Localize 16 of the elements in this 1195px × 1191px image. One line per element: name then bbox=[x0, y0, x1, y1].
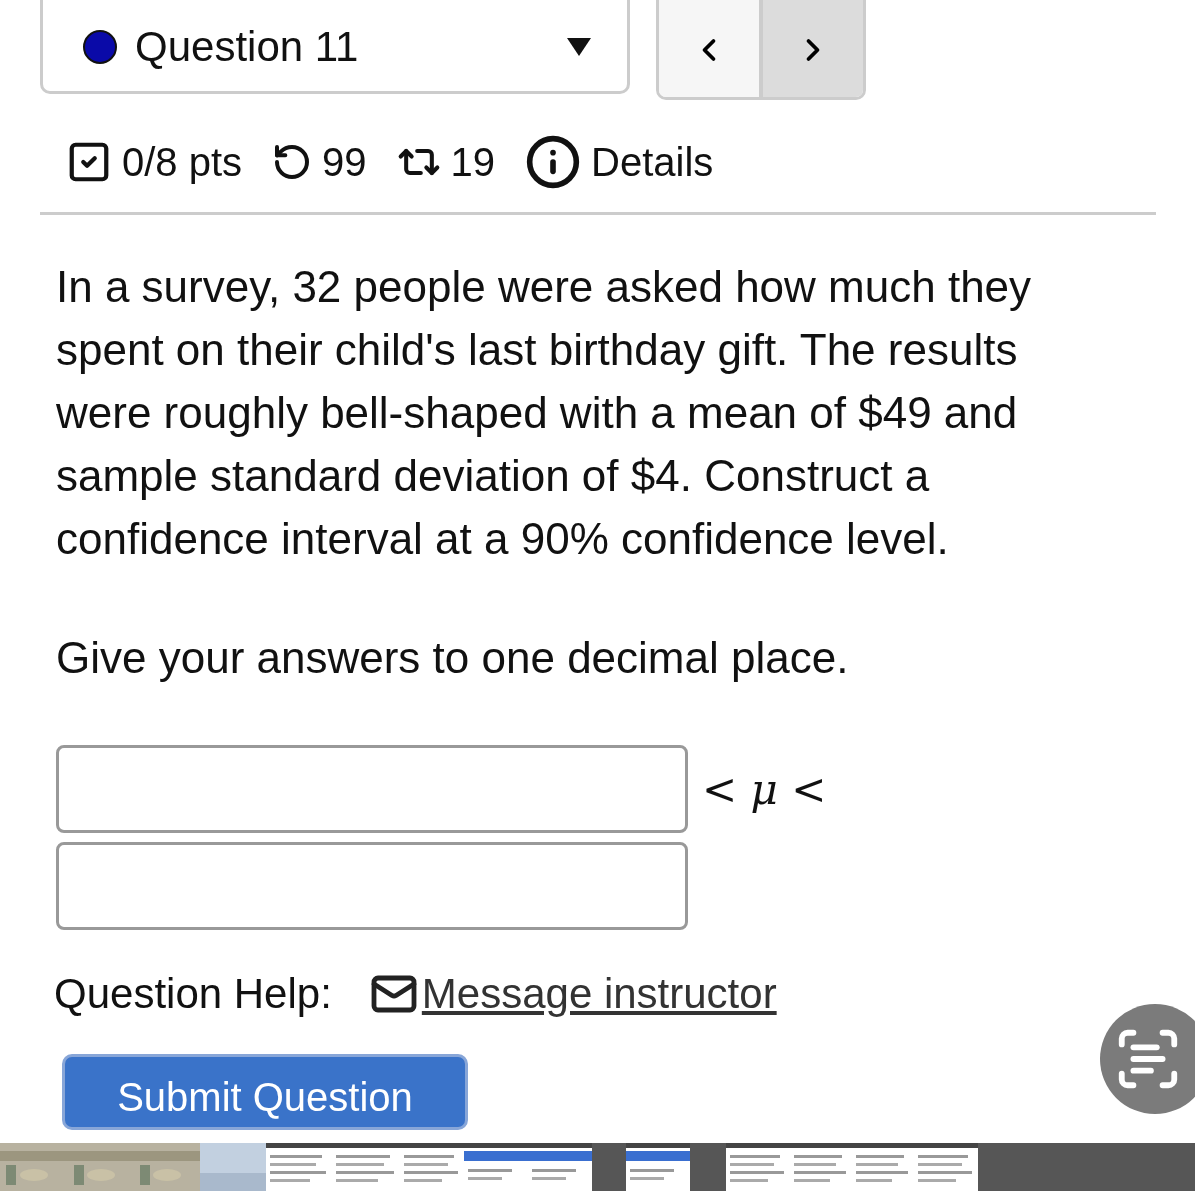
question-select[interactable]: Question 11 bbox=[40, 0, 630, 94]
lower-bound-field[interactable] bbox=[56, 745, 688, 833]
help-label: Question Help: bbox=[54, 970, 332, 1018]
info-icon[interactable] bbox=[525, 134, 582, 190]
attempts-count: 19 bbox=[450, 139, 496, 185]
points-text: 0/8 pts bbox=[122, 139, 243, 185]
caret-icon bbox=[567, 38, 591, 56]
submit-button[interactable]: Submit Question bbox=[62, 1054, 468, 1130]
inequality-text: < μ < bbox=[702, 765, 827, 814]
retries-count: 99 bbox=[322, 139, 367, 185]
upper-bound-field[interactable] bbox=[56, 842, 688, 930]
message-instructor-link[interactable]: Message instructor bbox=[369, 970, 777, 1018]
question-label: Question 11 bbox=[135, 23, 360, 71]
question-text: Give your answers to one decimal place. bbox=[55, 632, 850, 684]
details-link[interactable]: Details bbox=[591, 139, 714, 185]
question-text: In a survey, 32 people were asked how much they spent on their child's last birthday gift. The results were roughly bell-shaped with a mean of $49 and sample standard deviation of $4. Construct a confidence interval at a 90% confidence level. bbox=[55, 261, 1033, 565]
